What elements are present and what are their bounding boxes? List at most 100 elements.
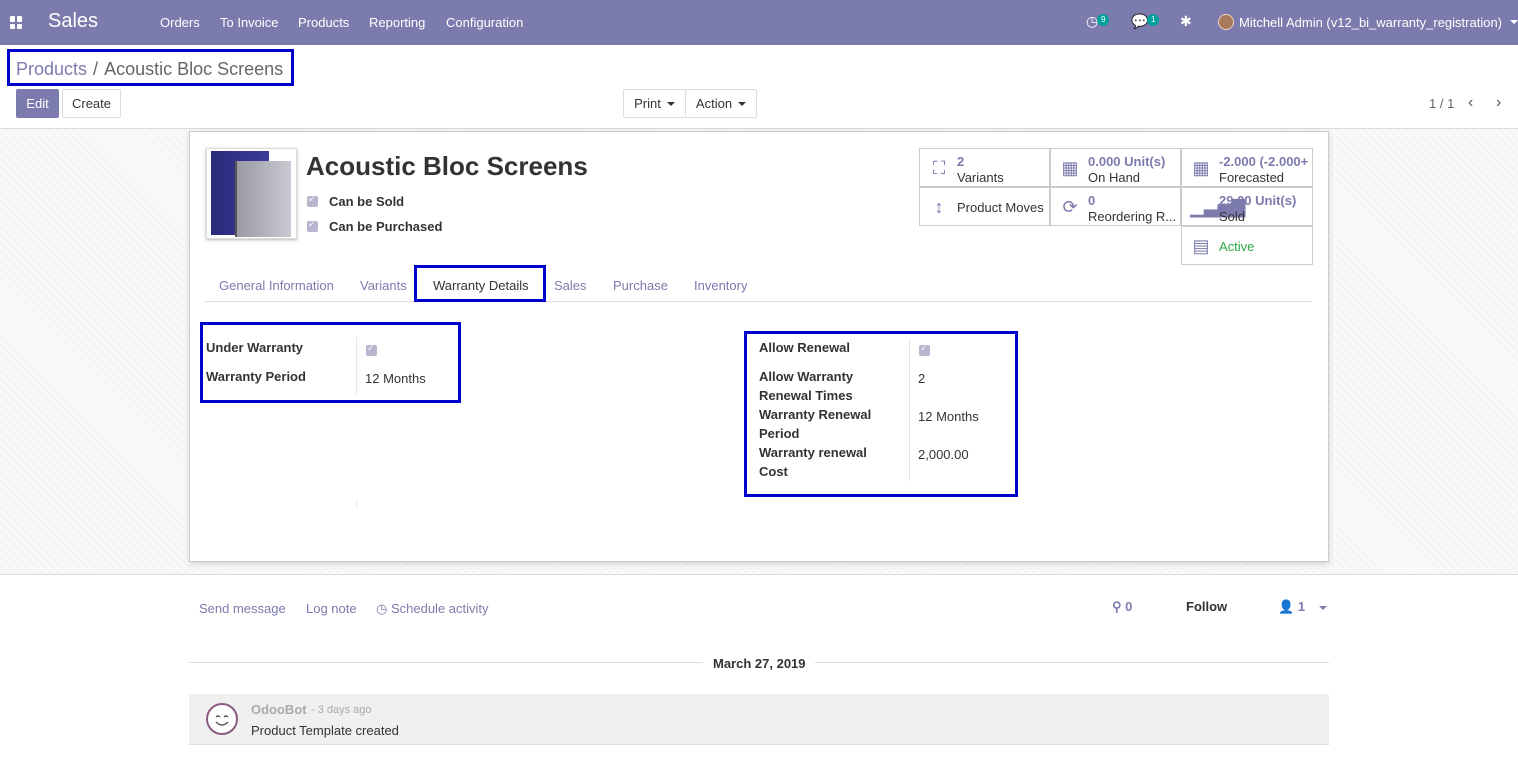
renewal-cost-label-line1: Warranty renewal bbox=[759, 445, 867, 460]
breadcrumb-separator: / bbox=[93, 59, 99, 79]
create-button[interactable]: Create bbox=[62, 89, 121, 118]
breadcrumb-current: Acoustic Bloc Screens bbox=[104, 59, 284, 79]
field-separator bbox=[909, 339, 910, 481]
sitemap-icon: ⛶ bbox=[932, 158, 946, 178]
print-label: Print bbox=[634, 96, 661, 111]
message-author[interactable]: OdooBot bbox=[251, 702, 307, 717]
arrows-vertical-icon: ↕ bbox=[934, 197, 944, 217]
action-dropdown[interactable]: Action bbox=[685, 89, 757, 118]
send-message-button[interactable]: Send message bbox=[199, 601, 286, 616]
menu-reporting[interactable]: Reporting bbox=[369, 15, 425, 30]
edit-button[interactable]: Edit bbox=[16, 89, 59, 118]
renewal-times-label-line1: Allow Warranty bbox=[759, 369, 854, 384]
can-be-purchased-checkbox[interactable] bbox=[307, 219, 318, 232]
variants-smart-button[interactable]: ⛶ 2 Variants bbox=[919, 148, 1050, 187]
renewal-cost-label: Warranty renewal Cost bbox=[759, 443, 867, 481]
reordering-rules-smart-button[interactable]: ⟳ 0 Reordering R... bbox=[1050, 187, 1181, 226]
product-name[interactable]: Acoustic Bloc Screens bbox=[306, 151, 588, 182]
menu-configuration[interactable]: Configuration bbox=[446, 15, 523, 30]
image-panel-back bbox=[235, 161, 291, 237]
tab-inventory[interactable]: Inventory bbox=[694, 278, 747, 293]
warranty-period-label: Warranty Period bbox=[206, 369, 306, 384]
message-date: March 27, 2019 bbox=[713, 656, 806, 671]
paperclip-icon: ⚲ bbox=[1112, 599, 1122, 614]
app-brand[interactable]: Sales bbox=[48, 10, 98, 33]
user-icon: 👤 bbox=[1278, 599, 1295, 614]
renewal-times-value[interactable]: 2 bbox=[918, 371, 925, 386]
schedule-activity-button[interactable]: ◷ Schedule activity bbox=[376, 601, 489, 617]
apps-menu-icon[interactable] bbox=[10, 16, 23, 29]
chevron-down-icon bbox=[666, 101, 675, 106]
warranty-period-value[interactable]: 12 Months bbox=[365, 371, 426, 386]
forecasted-smart-button[interactable]: ▦ -2.000 (-2.000+ Forecasted bbox=[1181, 148, 1313, 187]
renewal-period-label-line1: Warranty Renewal bbox=[759, 407, 872, 422]
field-separator bbox=[356, 500, 357, 508]
chevron-down-icon bbox=[738, 101, 747, 106]
can-be-sold-label: Can be Sold bbox=[329, 194, 405, 209]
tabs-divider bbox=[205, 301, 1312, 302]
pager-next-icon[interactable]: › bbox=[1496, 94, 1501, 112]
renewal-period-label: Warranty Renewal Period bbox=[759, 405, 871, 443]
under-warranty-label: Under Warranty bbox=[206, 340, 304, 355]
messages-chat-icon[interactable]: 💬 bbox=[1131, 13, 1148, 30]
renewal-period-label-line2: Period bbox=[759, 426, 800, 441]
log-note-button[interactable]: Log note bbox=[306, 601, 357, 616]
debug-bug-icon[interactable]: ✱ bbox=[1180, 13, 1192, 30]
tab-purchase[interactable]: Purchase bbox=[613, 278, 668, 293]
can-be-sold-checkbox[interactable] bbox=[307, 194, 318, 207]
user-name: Mitchell Admin (v12_bi_warranty_registra… bbox=[1239, 14, 1503, 30]
archive-icon: ▤ bbox=[1192, 236, 1210, 256]
print-dropdown[interactable]: Print bbox=[623, 89, 686, 118]
tab-general-information[interactable]: General Information bbox=[219, 278, 334, 293]
action-label: Action bbox=[695, 96, 733, 111]
renewal-times-label-line2: Renewal Times bbox=[759, 388, 853, 403]
top-navbar: Sales Orders To Invoice Products Reporti… bbox=[0, 0, 1518, 45]
reordering-count: 0 bbox=[1088, 193, 1096, 208]
allow-renewal-label: Allow Renewal bbox=[759, 340, 851, 355]
tab-warranty-details[interactable]: Warranty Details bbox=[433, 278, 529, 293]
building-icon: ▦ bbox=[1061, 158, 1079, 178]
tab-variants[interactable]: Variants bbox=[360, 278, 407, 293]
menu-to-invoice[interactable]: To Invoice bbox=[220, 15, 279, 30]
on-hand-label: On Hand bbox=[1088, 170, 1141, 185]
message-count-badge: 1 bbox=[1147, 14, 1160, 26]
menu-products[interactable]: Products bbox=[298, 15, 349, 30]
follow-button[interactable]: Follow bbox=[1186, 599, 1227, 614]
renewal-period-value[interactable]: 12 Months bbox=[918, 409, 979, 424]
sold-value: 29.00 Unit(s) bbox=[1219, 193, 1297, 208]
clock-icon: ◷ bbox=[376, 601, 388, 616]
product-moves-smart-button[interactable]: ↕ Product Moves bbox=[919, 187, 1050, 226]
date-divider-left bbox=[189, 662, 703, 663]
tab-sales[interactable]: Sales bbox=[554, 278, 587, 293]
allow-renewal-checkbox[interactable] bbox=[919, 343, 930, 356]
building-icon: ▦ bbox=[1192, 158, 1210, 178]
user-menu[interactable]: Mitchell Admin (v12_bi_warranty_registra… bbox=[1218, 13, 1518, 31]
renewal-cost-label-line2: Cost bbox=[759, 464, 788, 479]
active-toggle-button[interactable]: ▤ Active bbox=[1181, 226, 1313, 265]
warranty-group-highlight bbox=[200, 322, 461, 403]
user-avatar bbox=[1218, 14, 1234, 30]
renewal-cost-value[interactable]: 2,000.00 bbox=[918, 447, 969, 462]
forecasted-label: Forecasted bbox=[1219, 170, 1285, 185]
followers-count: 1 bbox=[1297, 599, 1306, 614]
on-hand-smart-button[interactable]: ▦ 0.000 Unit(s) On Hand bbox=[1050, 148, 1181, 187]
menu-orders[interactable]: Orders bbox=[160, 15, 200, 30]
refresh-icon: ⟳ bbox=[1062, 197, 1078, 217]
product-image[interactable] bbox=[206, 148, 297, 239]
field-separator bbox=[356, 337, 357, 395]
followers-button[interactable]: 👤 1 bbox=[1278, 599, 1327, 615]
forecasted-value: -2.000 (-2.000+ bbox=[1219, 154, 1309, 169]
attachments-count: 0 bbox=[1125, 599, 1133, 614]
sold-label: Sold bbox=[1219, 209, 1246, 224]
pager-previous-icon[interactable]: ‹ bbox=[1468, 94, 1473, 112]
pager-value[interactable]: 1 / 1 bbox=[1429, 96, 1454, 111]
breadcrumb-products-link[interactable]: Products bbox=[16, 59, 87, 79]
under-warranty-checkbox[interactable] bbox=[366, 343, 377, 356]
message-body: Product Template created bbox=[251, 723, 399, 738]
attachments-button[interactable]: ⚲ 0 bbox=[1112, 599, 1132, 615]
sold-smart-button[interactable]: ▁▃▅▇ 29.00 Unit(s) Sold bbox=[1181, 187, 1313, 226]
chatter-message: OdooBot - 3 days ago Product Template cr… bbox=[189, 694, 1329, 745]
active-label: Active bbox=[1219, 239, 1255, 254]
schedule-activity-label: Schedule activity bbox=[390, 601, 489, 616]
breadcrumb: Products / Acoustic Bloc Screens bbox=[16, 59, 283, 80]
